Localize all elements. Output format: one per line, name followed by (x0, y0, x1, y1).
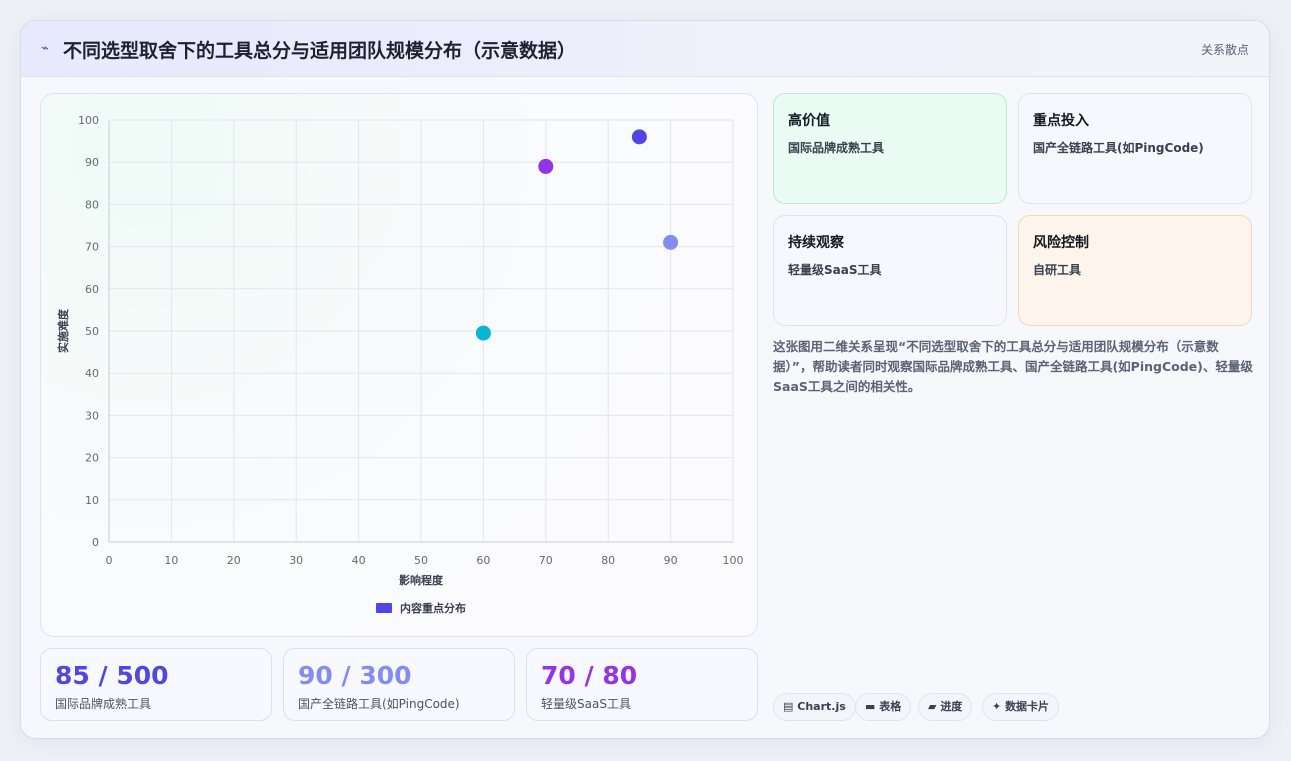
y-tick-label: 20 (85, 452, 99, 465)
scatter-point (475, 325, 491, 341)
scatter-chart-panel: 0 10 20 30 40 50 60 70 80 90 100 0 10 20 30 40 50 60 70 80 9… (40, 93, 758, 637)
legend-label: 内容重点分布 (400, 601, 466, 615)
progress-icon: ▰ (928, 700, 937, 713)
x-tick-label: 40 (352, 554, 366, 567)
legend-swatch (376, 603, 392, 613)
x-tick-label: 80 (601, 554, 615, 567)
stat-label: 轻量级SaaS工具 (541, 697, 631, 711)
y-tick-label: 60 (85, 283, 99, 296)
x-tick-label: 20 (227, 554, 241, 567)
dashboard-card: ⌁ 不同选型取舍下的工具总分与适用团队规模分布（示意数据） 关系散点 0 10 20… (20, 20, 1270, 739)
y-tick-label: 70 (85, 241, 99, 254)
page-title: 不同选型取舍下的工具总分与适用团队规模分布（示意数据） (63, 40, 577, 62)
x-tick-label: 60 (476, 554, 490, 567)
quadrant-subtitle: 轻量级SaaS工具 (788, 263, 882, 277)
stat-card-2: 90 / 300 国产全链路工具(如PingCode) (283, 648, 515, 721)
x-tick-label: 100 (723, 554, 744, 567)
chip-label: 数据卡片 (1005, 700, 1050, 713)
y-tick-label: 100 (78, 114, 99, 127)
quadrant-title: 高价值 (788, 113, 830, 129)
x-axis-label: 影响程度 (399, 573, 444, 587)
stat-label: 国际品牌成熟工具 (55, 697, 152, 711)
quadrant-subtitle: 国产全链路工具(如PingCode) (1033, 141, 1204, 155)
stat-value: 90 / 300 (298, 661, 412, 690)
quadrant-card-key-investment: 重点投入 国产全链路工具(如PingCode) (1018, 93, 1252, 204)
x-tick-label: 50 (414, 554, 428, 567)
scatter-chart: 0 10 20 30 40 50 60 70 80 90 100 0 10 20 30 40 50 60 70 80 9… (56, 114, 744, 615)
card-header: ⌁ 不同选型取舍下的工具总分与适用团队规模分布（示意数据） 关系散点 (21, 21, 1269, 77)
quadrant-subtitle: 国际品牌成熟工具 (788, 141, 885, 155)
stat-value: 70 / 80 (541, 661, 638, 690)
scatter-point (663, 234, 679, 250)
scatter-point (631, 129, 647, 145)
x-tick-label: 70 (539, 554, 553, 567)
chip-table[interactable]: ▬ 表格 (855, 693, 912, 721)
quadrant-title: 重点投入 (1033, 113, 1089, 129)
y-tick-label: 30 (85, 409, 99, 422)
x-tick-label: 10 (164, 554, 178, 567)
chip-label: 进度 (940, 700, 963, 713)
stat-card-1: 85 / 500 国际品牌成熟工具 (40, 648, 272, 721)
quadrant-subtitle: 自研工具 (1033, 263, 1082, 277)
chart-description: 这张图用二维关系呈现“不同选型取舍下的工具总分与适用团队规模分布（示意数据）”，… (773, 339, 1253, 394)
chip-chartjs[interactable]: ▤ Chart.js (773, 693, 856, 721)
y-axis-label: 实施难度 (56, 308, 70, 353)
lightning-icon: ⌁ (41, 41, 49, 56)
quadrant-title: 风险控制 (1033, 235, 1089, 251)
sparkle-icon: ✦ (992, 700, 1002, 713)
x-tick-label: 90 (664, 554, 678, 567)
chip-label: Chart.js (797, 700, 846, 713)
y-tick-label: 80 (85, 198, 99, 211)
y-tick-label: 10 (85, 494, 99, 507)
quadrant-title: 持续观察 (788, 235, 844, 251)
y-tick-label: 50 (85, 325, 99, 338)
chip-data-card[interactable]: ✦ 数据卡片 (982, 693, 1060, 721)
y-tick-label: 40 (85, 367, 99, 380)
scatter-point (538, 158, 554, 174)
table-icon: ▬ (865, 700, 876, 713)
chip-label: 表格 (879, 700, 902, 713)
chart-icon: ▤ (783, 700, 794, 713)
x-tick-label: 30 (289, 554, 303, 567)
stat-value: 85 / 500 (55, 661, 169, 690)
chart-type-tag: 关系散点 (1200, 43, 1249, 57)
x-tick-label: 0 (106, 554, 113, 567)
quadrant-card-risk-control: 风险控制 自研工具 (1018, 215, 1252, 326)
y-tick-label: 90 (85, 156, 99, 169)
y-tick-label: 0 (92, 536, 99, 549)
stat-label: 国产全链路工具(如PingCode) (298, 697, 460, 711)
chip-progress[interactable]: ▰ 进度 (918, 693, 973, 721)
quadrant-card-observe: 持续观察 轻量级SaaS工具 (773, 215, 1007, 326)
stat-card-3: 70 / 80 轻量级SaaS工具 (526, 648, 758, 721)
quadrant-card-high-value: 高价值 国际品牌成熟工具 (773, 93, 1007, 204)
